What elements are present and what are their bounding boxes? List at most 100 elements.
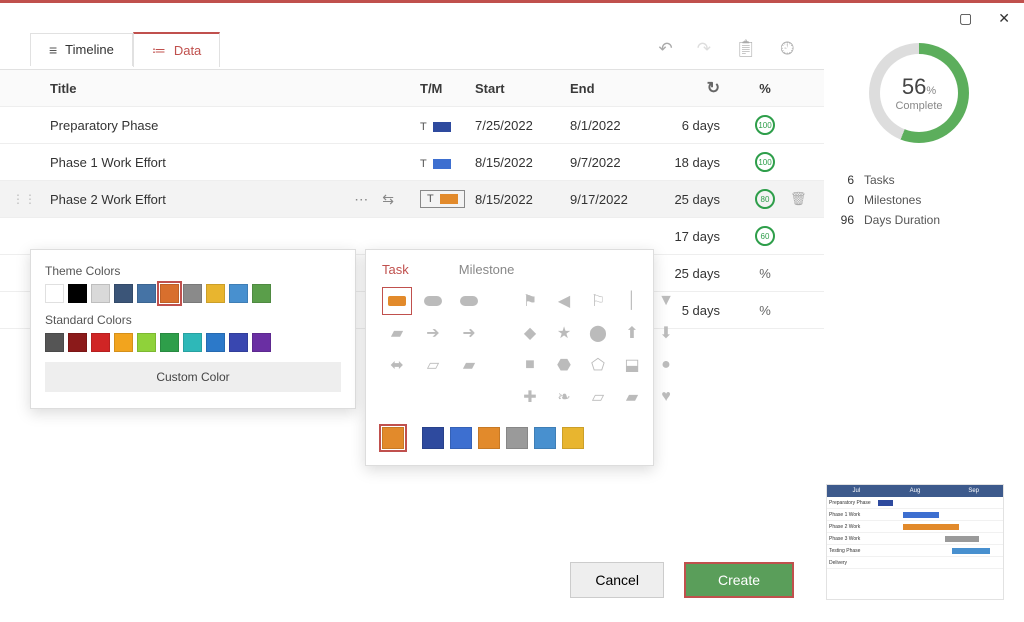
history-icon[interactable]: 🕘︎ bbox=[781, 39, 794, 59]
row-more-icon[interactable]: ⋯ bbox=[354, 191, 368, 208]
tab-timeline[interactable]: ≡ Timeline bbox=[30, 33, 133, 66]
color-swatch[interactable] bbox=[91, 333, 110, 352]
cell-end[interactable]: 9/17/2022 bbox=[570, 192, 665, 207]
undo-icon[interactable]: ↶ bbox=[658, 39, 672, 59]
create-button[interactable]: Create bbox=[684, 562, 794, 598]
shape-arrow[interactable]: ➔ bbox=[418, 319, 448, 347]
shape-star[interactable]: ★ bbox=[550, 319, 578, 347]
shape-darrow[interactable]: ⬌ bbox=[382, 351, 412, 379]
shape-bar[interactable] bbox=[382, 287, 412, 315]
col-tm: T/M bbox=[420, 81, 475, 96]
cell-title[interactable]: Phase 2 Work Effort bbox=[50, 192, 166, 207]
redo-icon[interactable]: ↷ bbox=[697, 39, 711, 59]
row-color-swatch[interactable] bbox=[440, 194, 458, 204]
shape-pentagon[interactable]: ⬠ bbox=[584, 351, 612, 379]
shape-hex[interactable]: ⬣ bbox=[550, 351, 578, 379]
shape-color[interactable] bbox=[534, 427, 556, 449]
cell-end[interactable]: 9/7/2022 bbox=[570, 155, 665, 170]
color-swatch[interactable] bbox=[114, 333, 133, 352]
shape-pill[interactable] bbox=[454, 287, 484, 315]
shape-pin[interactable]: ⬤ bbox=[584, 319, 612, 347]
color-swatch[interactable] bbox=[160, 284, 179, 303]
pct-ring[interactable]: 100 bbox=[755, 152, 775, 172]
color-swatch[interactable] bbox=[206, 333, 225, 352]
pct-ring[interactable]: 80 bbox=[755, 189, 775, 209]
shape-color[interactable] bbox=[450, 427, 472, 449]
shape-color[interactable] bbox=[382, 427, 404, 449]
color-swatch[interactable] bbox=[252, 333, 271, 352]
shape-trap[interactable]: ▰ bbox=[618, 383, 646, 411]
cell-duration: 25 days bbox=[665, 192, 740, 207]
pct-placeholder[interactable]: % bbox=[759, 303, 771, 318]
shape-down[interactable]: ⬇ bbox=[652, 319, 680, 347]
cell-end[interactable]: 8/1/2022 bbox=[570, 118, 665, 133]
table-row[interactable]: Phase 1 Work Effort T 8/15/2022 9/7/2022… bbox=[0, 144, 824, 181]
color-swatch[interactable] bbox=[114, 284, 133, 303]
color-swatch[interactable] bbox=[160, 333, 179, 352]
pct-ring[interactable]: 100 bbox=[755, 115, 775, 135]
shape-flag[interactable]: ⚑ bbox=[516, 287, 544, 315]
tm-selector[interactable]: T bbox=[420, 190, 465, 208]
color-swatch[interactable] bbox=[206, 284, 225, 303]
shape-tri-down[interactable]: ▼ bbox=[652, 287, 680, 315]
cell-title[interactable]: Phase 1 Work Effort bbox=[50, 155, 420, 170]
color-swatch[interactable] bbox=[45, 284, 64, 303]
shape-rounded[interactable] bbox=[418, 287, 448, 315]
data-icon: ≔ bbox=[152, 42, 166, 59]
shape-line[interactable]: │ bbox=[618, 287, 646, 315]
shape-heart[interactable]: ♥ bbox=[652, 383, 680, 411]
row-color-swatch[interactable] bbox=[433, 122, 451, 132]
custom-color-button[interactable]: Custom Color bbox=[45, 362, 341, 392]
shape-tab-task[interactable]: Task bbox=[382, 262, 409, 277]
shape-tag[interactable]: ▱ bbox=[418, 351, 448, 379]
color-swatch[interactable] bbox=[229, 284, 248, 303]
shape-up[interactable]: ⬆ bbox=[618, 319, 646, 347]
window-close-icon[interactable]: ✕ bbox=[998, 10, 1010, 27]
cell-start[interactable]: 8/15/2022 bbox=[475, 155, 570, 170]
drag-handle-icon[interactable]: ⋮⋮ bbox=[12, 192, 36, 206]
window-maximize-icon[interactable]: ▢ bbox=[959, 10, 972, 27]
color-swatch[interactable] bbox=[45, 333, 64, 352]
shape-parallelogram[interactable]: ▰ bbox=[454, 351, 484, 379]
shape-shield[interactable]: ⬓ bbox=[618, 351, 646, 379]
shape-arrow2[interactable]: ➜ bbox=[454, 319, 484, 347]
shape-leaf[interactable]: ❧ bbox=[550, 383, 578, 411]
clipboard-icon[interactable]: 📋︎ bbox=[735, 39, 757, 59]
table-row[interactable]: Preparatory Phase T 7/25/2022 8/1/2022 6… bbox=[0, 107, 824, 144]
color-swatch[interactable] bbox=[252, 284, 271, 303]
shape-flag2[interactable]: ⚐ bbox=[584, 287, 612, 315]
shape-tri-left[interactable]: ◀ bbox=[550, 287, 578, 315]
shape-color[interactable] bbox=[562, 427, 584, 449]
table-row[interactable]: ⋮⋮ Phase 2 Work Effort ⋯ ⇆ T 8/15/2022 9… bbox=[0, 181, 824, 218]
shape-color[interactable] bbox=[478, 427, 500, 449]
shape-rhombus[interactable]: ▱ bbox=[584, 383, 612, 411]
color-swatch[interactable] bbox=[68, 284, 87, 303]
shape-circle[interactable]: ● bbox=[652, 351, 680, 379]
progress-label: Complete bbox=[895, 100, 942, 112]
cell-start[interactable]: 7/25/2022 bbox=[475, 118, 570, 133]
shape-color[interactable] bbox=[422, 427, 444, 449]
cancel-button[interactable]: Cancel bbox=[570, 562, 664, 598]
color-swatch[interactable] bbox=[68, 333, 87, 352]
pct-ring[interactable]: 60 bbox=[755, 226, 775, 246]
shape-tab-milestone[interactable]: Milestone bbox=[459, 262, 515, 277]
color-swatch[interactable] bbox=[91, 284, 110, 303]
cell-start[interactable]: 8/15/2022 bbox=[475, 192, 570, 207]
delete-row-icon[interactable]: 🗑︎ bbox=[790, 191, 807, 206]
color-swatch[interactable] bbox=[137, 284, 156, 303]
row-color-swatch[interactable] bbox=[433, 159, 451, 169]
pct-placeholder[interactable]: % bbox=[759, 266, 771, 281]
tab-data[interactable]: ≔ Data bbox=[133, 32, 220, 67]
shape-square[interactable]: ■ bbox=[516, 351, 544, 379]
row-indent-icon[interactable]: ⇆ bbox=[382, 191, 394, 208]
color-swatch[interactable] bbox=[229, 333, 248, 352]
shape-color[interactable] bbox=[506, 427, 528, 449]
shape-plus[interactable]: ✚ bbox=[516, 383, 544, 411]
shape-diamond[interactable]: ◆ bbox=[516, 319, 544, 347]
timeline-thumbnail[interactable]: Jul Aug Sep Preparatory Phase Phase 1 Wo… bbox=[826, 484, 1004, 600]
color-swatch[interactable] bbox=[183, 333, 202, 352]
cell-title[interactable]: Preparatory Phase bbox=[50, 118, 420, 133]
shape-chevron[interactable]: ▰ bbox=[382, 319, 412, 347]
color-swatch[interactable] bbox=[137, 333, 156, 352]
color-swatch[interactable] bbox=[183, 284, 202, 303]
